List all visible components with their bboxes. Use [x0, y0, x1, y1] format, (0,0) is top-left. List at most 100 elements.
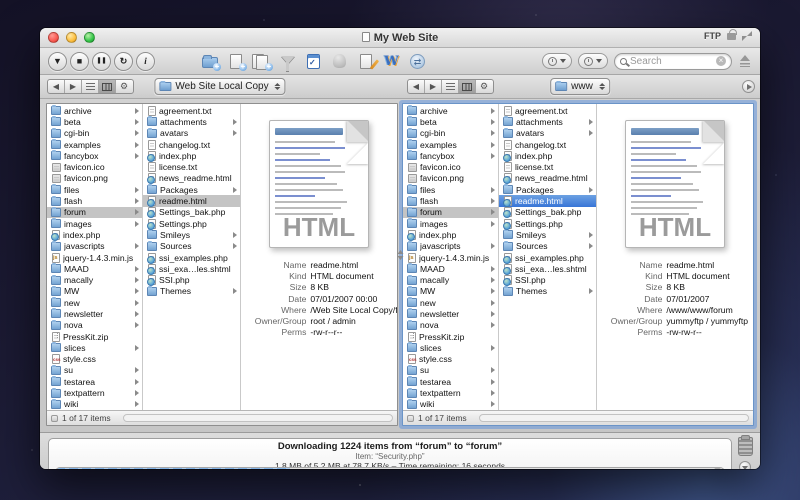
file-row[interactable]: macally: [47, 274, 142, 285]
file-row[interactable]: favicon.ico: [403, 161, 498, 172]
file-row[interactable]: Sources: [499, 241, 596, 252]
clear-search-icon[interactable]: ×: [716, 56, 726, 66]
file-row[interactable]: news_readme.html: [143, 173, 240, 184]
file-row[interactable]: ssi_examples.php: [143, 252, 240, 263]
queue-icon[interactable]: [738, 437, 753, 456]
file-row[interactable]: nova: [403, 320, 498, 331]
file-row[interactable]: new: [403, 297, 498, 308]
dog-icon[interactable]: [331, 53, 348, 69]
file-row[interactable]: javascripts: [47, 241, 142, 252]
title-bar[interactable]: My Web Site FTP: [40, 28, 760, 48]
file-row[interactable]: cgi-bin: [403, 128, 498, 139]
pause-button[interactable]: ❚❚: [92, 52, 111, 71]
file-row[interactable]: examples: [47, 139, 142, 150]
remote-file-browser[interactable]: archivebetacgi-binexamplesfancyboxfavico…: [402, 103, 754, 426]
disconnect-icon[interactable]: [738, 55, 752, 68]
file-row[interactable]: SSI.php: [143, 274, 240, 285]
file-row[interactable]: javascripts: [403, 241, 498, 252]
go-remote-button[interactable]: [742, 80, 755, 93]
back-button[interactable]: ◀: [48, 80, 65, 93]
file-row[interactable]: beta: [47, 116, 142, 127]
new-folder-button[interactable]: +: [201, 53, 218, 69]
file-row[interactable]: Smileys: [143, 229, 240, 240]
action-menu-button[interactable]: ⚙: [116, 80, 133, 93]
activity-dropdown[interactable]: [578, 53, 608, 69]
file-row[interactable]: attachments: [143, 116, 240, 127]
file-row[interactable]: forum: [403, 207, 498, 218]
queue-toggle-button[interactable]: [739, 461, 751, 469]
file-row[interactable]: readme.html: [143, 195, 240, 206]
file-row[interactable]: license.txt: [499, 161, 596, 172]
list-view-button[interactable]: [82, 80, 99, 93]
stop-button[interactable]: ■: [70, 52, 89, 71]
file-row[interactable]: favicon.png: [47, 173, 142, 184]
file-row[interactable]: index.php: [47, 229, 142, 240]
file-row[interactable]: ssi_exa…les.shtml: [143, 263, 240, 274]
fullscreen-icon[interactable]: [742, 31, 752, 41]
file-row[interactable]: slices: [47, 342, 142, 353]
file-row[interactable]: Themes: [143, 286, 240, 297]
forward-button[interactable]: ▶: [425, 80, 442, 93]
local-file-browser[interactable]: archivebetacgi-binexamplesfancybox favico…: [46, 103, 398, 426]
tasks-button[interactable]: [305, 53, 322, 69]
file-row[interactable]: examples: [403, 139, 498, 150]
file-row[interactable]: images: [403, 218, 498, 229]
file-row[interactable]: wiki: [403, 399, 498, 410]
file-row[interactable]: cgi-bin: [47, 128, 142, 139]
file-row[interactable]: changelog.txt: [499, 139, 596, 150]
file-row[interactable]: jquery-1.4.3.min.js: [47, 252, 142, 263]
action-menu-button[interactable]: ⚙: [476, 80, 493, 93]
web-preview-button[interactable]: W: [383, 53, 400, 69]
file-row[interactable]: Sources: [143, 241, 240, 252]
column-view-button[interactable]: [459, 80, 476, 93]
file-row[interactable]: nova: [47, 320, 142, 331]
browser-column-1[interactable]: archivebetacgi-binexamplesfancyboxfavico…: [403, 104, 499, 410]
file-row[interactable]: archive: [403, 105, 498, 116]
file-row[interactable]: Settings_bak.php: [143, 207, 240, 218]
file-row[interactable]: Packages: [143, 184, 240, 195]
file-row[interactable]: su: [47, 365, 142, 376]
file-row[interactable]: agreement.txt: [143, 105, 240, 116]
file-row[interactable]: macally: [403, 274, 498, 285]
file-row[interactable]: testarea: [47, 376, 142, 387]
filter-button[interactable]: [279, 53, 296, 69]
file-row[interactable]: new: [47, 297, 142, 308]
file-row[interactable]: MAAD: [47, 263, 142, 274]
column-view-button[interactable]: [99, 80, 116, 93]
file-row[interactable]: Smileys: [499, 229, 596, 240]
file-row[interactable]: fancybox: [47, 150, 142, 161]
file-row[interactable]: changelog.txt: [143, 139, 240, 150]
horizontal-scrollbar[interactable]: [479, 414, 749, 422]
file-row[interactable]: Settings.php: [143, 218, 240, 229]
file-row[interactable]: su: [403, 365, 498, 376]
browser-column-1[interactable]: archivebetacgi-binexamplesfancybox favico…: [47, 104, 143, 410]
left-location-popup[interactable]: Web Site Local Copy: [154, 78, 285, 95]
info-button[interactable]: i: [136, 52, 155, 71]
file-row[interactable]: wiki: [47, 399, 142, 410]
duplicate-button[interactable]: +: [253, 53, 270, 69]
horizontal-scrollbar[interactable]: [123, 414, 393, 422]
file-row[interactable]: images: [47, 218, 142, 229]
file-row[interactable]: newsletter: [403, 308, 498, 319]
sync-button[interactable]: ⇄: [409, 53, 426, 69]
file-row[interactable]: favicon.png: [403, 173, 498, 184]
file-row[interactable]: index.php: [499, 150, 596, 161]
file-row[interactable]: ssi_examples.php: [499, 252, 596, 263]
file-row[interactable]: style.css: [403, 354, 498, 365]
file-row[interactable]: flash: [47, 195, 142, 206]
file-row[interactable]: fancybox: [403, 150, 498, 161]
file-row[interactable]: Themes: [499, 286, 596, 297]
back-button[interactable]: ◀: [408, 80, 425, 93]
refresh-button[interactable]: ↻: [114, 52, 133, 71]
pane-splitter[interactable]: [397, 247, 404, 263]
file-row[interactable]: avatars: [499, 128, 596, 139]
file-row[interactable]: archive: [47, 105, 142, 116]
file-row[interactable]: Settings_bak.php: [499, 207, 596, 218]
file-row[interactable]: SSI.php: [499, 274, 596, 285]
right-location-popup[interactable]: www: [550, 78, 610, 95]
file-row[interactable]: slices: [403, 342, 498, 353]
file-row[interactable]: textpattern: [403, 387, 498, 398]
go-button[interactable]: ▼: [48, 52, 67, 71]
cancel-transfer-button[interactable]: ×: [713, 468, 722, 469]
history-dropdown[interactable]: [542, 53, 572, 69]
